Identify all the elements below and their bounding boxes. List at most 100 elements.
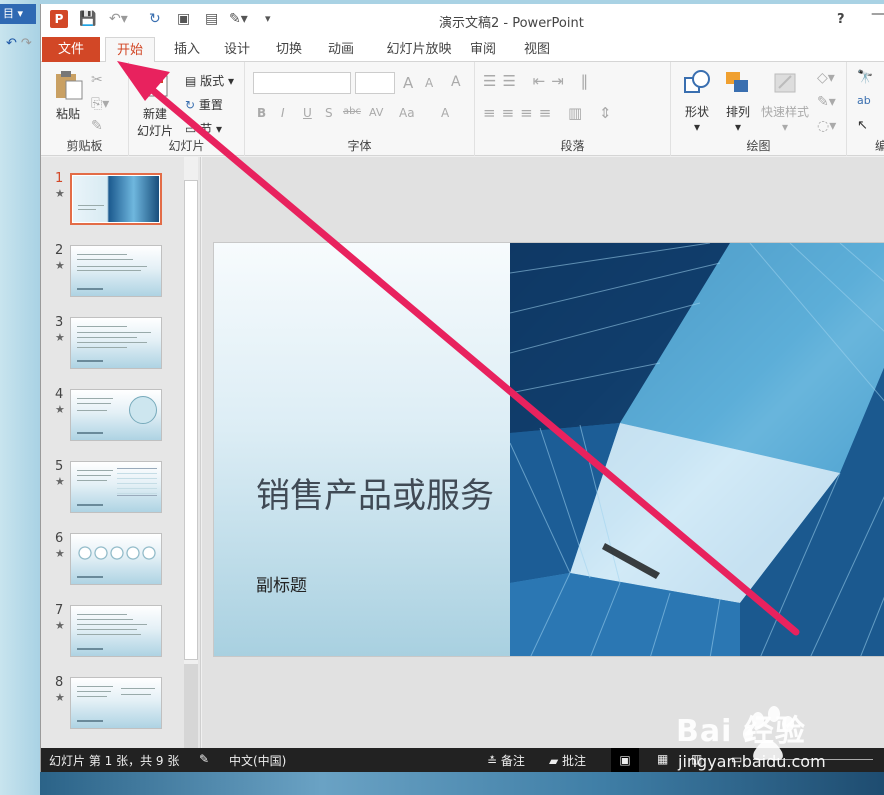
slide-subtitle[interactable]: 副标题	[256, 571, 307, 596]
notes-button[interactable]: ≛ 备注	[487, 752, 525, 769]
copy-icon[interactable]: ⎘▾	[91, 96, 109, 112]
save-icon[interactable]: 💾	[79, 10, 96, 28]
spellcheck-icon[interactable]: ✎	[199, 752, 209, 766]
scrollbar-track-lower[interactable]	[184, 664, 198, 748]
normal-view-button[interactable]: ▣	[611, 748, 639, 772]
change-case-button[interactable]: Aa	[399, 106, 415, 120]
new-slide-button[interactable]: 新建 幻灯片	[133, 70, 177, 139]
slide-counter: 幻灯片 第 1 张，共 9 张	[49, 754, 180, 768]
redo-icon[interactable]: ↻	[149, 10, 161, 28]
drawing-label: 绘图	[746, 139, 771, 153]
window-title: 演示文稿2 - PowerPoint	[439, 16, 584, 31]
tab-view[interactable]: 视图	[517, 37, 557, 62]
redo-icon[interactable]: ↷	[21, 36, 32, 52]
glass-building-image	[510, 243, 884, 656]
slide-thumbnail[interactable]: 5 ★	[49, 459, 189, 519]
customize-qat-icon[interactable]: ▾	[265, 10, 271, 28]
slide-thumbnail[interactable]: 8 ★	[49, 675, 189, 735]
current-slide[interactable]: 销售产品或服务 副标题	[213, 242, 884, 657]
shadow-button[interactable]: S	[325, 106, 333, 120]
language-indicator[interactable]: 中文(中国)	[229, 752, 286, 769]
slide-thumbnail[interactable]: 2 ★	[49, 243, 189, 303]
shape-button[interactable]: 形状 ▾	[677, 68, 717, 134]
animation-star-icon: ★	[55, 187, 65, 200]
align-buttons[interactable]: ≡≡≡≡ ▥ ⇕	[483, 104, 618, 122]
slide-sorter-button[interactable]: ▦	[657, 752, 668, 766]
slide-thumbnail[interactable]: 6 ★	[49, 531, 189, 591]
building-photo	[510, 243, 884, 656]
editing-group: 🔭 ab ↖ 编	[847, 62, 884, 156]
font-family-combo[interactable]	[253, 72, 351, 94]
font-grow-button[interactable]: A	[403, 74, 413, 92]
ribbon: 粘贴 ✂ ⎘▾ ✎ 剪贴板 新建 幻灯片 ▤ 版式 ▾ ↻ 重置 ▭ 节 ▾ 幻…	[41, 62, 884, 156]
paragraph-group: ☰☰ ⇤⇥ ‖ ≡≡≡≡ ▥ ⇕ 段落	[475, 62, 671, 156]
animation-star-icon: ★	[55, 403, 65, 416]
shapes-icon	[684, 70, 710, 93]
clipboard-label: 剪贴板	[66, 139, 103, 153]
tab-animations[interactable]: 动画	[321, 37, 361, 62]
font-size-combo[interactable]	[355, 72, 395, 94]
title-bar: P 💾 ↶▾ ↻ ▣ ▤ ✎▾ ▾ 演示文稿2 - PowerPoint ? —	[41, 4, 884, 34]
font-group: A A A B I U S abc AV Aa A 字体	[245, 62, 475, 156]
present-icon[interactable]: ▣	[177, 10, 190, 28]
arrange-button[interactable]: 排列 ▾	[721, 68, 755, 134]
strikethrough-button[interactable]: abc	[343, 106, 361, 117]
slide-thumbnail[interactable]: 7 ★	[49, 603, 189, 663]
tab-design[interactable]: 设计	[217, 37, 257, 62]
quick-styles-button[interactable]: 快速样式 ▾	[759, 68, 811, 134]
list-buttons[interactable]: ☰☰ ⇤⇥ ‖	[483, 72, 594, 90]
picture-icon[interactable]: ▤	[205, 10, 218, 28]
tab-transitions[interactable]: 切换	[269, 37, 309, 62]
italic-button[interactable]: I	[281, 106, 285, 120]
outline-icon[interactable]: ✎▾	[817, 94, 836, 110]
layout-button[interactable]: ▤ 版式 ▾	[185, 72, 234, 89]
fill-icon[interactable]: ◇▾	[817, 70, 835, 86]
touch-mode-icon[interactable]: ✎▾	[229, 10, 248, 28]
tab-insert[interactable]: 插入	[167, 37, 207, 62]
slides-label: 幻灯片	[168, 139, 205, 153]
slide-thumbnail[interactable]: 1 ★	[49, 171, 189, 231]
font-label: 字体	[347, 139, 372, 153]
desktop-toolbar: ↶ ↷	[6, 36, 36, 52]
bold-button[interactable]: B	[257, 106, 266, 120]
find-icon[interactable]: 🔭	[857, 70, 873, 85]
tab-file[interactable]: 文件	[42, 37, 100, 62]
slides-group: 新建 幻灯片 ▤ 版式 ▾ ↻ 重置 ▭ 节 ▾ 幻灯片	[129, 62, 245, 156]
select-icon[interactable]: ↖	[857, 118, 868, 133]
taskbar-button[interactable]: 目 ▾	[0, 4, 36, 24]
comments-button[interactable]: ▰ 批注	[549, 752, 586, 769]
paste-icon	[56, 71, 83, 100]
powerpoint-logo-icon: P	[50, 10, 68, 28]
undo-icon[interactable]: ↶▾	[109, 10, 128, 28]
char-spacing-button[interactable]: AV	[369, 106, 383, 119]
ribbon-tabs: 文件 开始 插入 设计 切换 动画 幻灯片放映 审阅 视图	[41, 34, 884, 88]
underline-button[interactable]: U	[303, 106, 312, 120]
font-color-button[interactable]: A	[441, 106, 449, 120]
slide-title[interactable]: 销售产品或服务	[256, 475, 496, 517]
replace-icon[interactable]: ab	[857, 94, 871, 107]
new-slide-icon	[142, 75, 168, 97]
scrollbar-thumb[interactable]	[184, 180, 198, 660]
animation-star-icon: ★	[55, 619, 65, 632]
watermark-text: Bai 经验	[676, 714, 806, 749]
tab-home[interactable]: 开始	[105, 37, 155, 63]
slide-thumbnail[interactable]: 3 ★	[49, 315, 189, 375]
effects-icon[interactable]: ◌▾	[817, 118, 836, 134]
paste-button[interactable]: 粘贴	[51, 70, 85, 122]
help-button[interactable]: ?	[837, 12, 845, 27]
font-shrink-button[interactable]: A	[425, 76, 433, 90]
tab-slideshow[interactable]: 幻灯片放映	[377, 37, 461, 62]
tab-review[interactable]: 审阅	[463, 37, 503, 62]
clear-format-button[interactable]: A	[451, 74, 461, 90]
arrange-icon	[726, 72, 748, 92]
section-button[interactable]: ▭ 节 ▾	[185, 120, 222, 137]
format-painter-icon[interactable]: ✎	[91, 118, 103, 134]
undo-icon[interactable]: ↶	[6, 36, 17, 52]
minimize-button[interactable]: —	[871, 6, 884, 22]
animation-star-icon: ★	[55, 475, 65, 488]
drawing-group: 形状 ▾ 排列 ▾ 快速样式 ▾ ◇▾ ✎▾ ◌▾ 绘图	[671, 62, 847, 156]
reset-button[interactable]: ↻ 重置	[185, 96, 223, 113]
slide-thumbnail[interactable]: 4 ★	[49, 387, 189, 447]
cut-icon[interactable]: ✂	[91, 72, 103, 88]
animation-star-icon: ★	[55, 691, 65, 704]
